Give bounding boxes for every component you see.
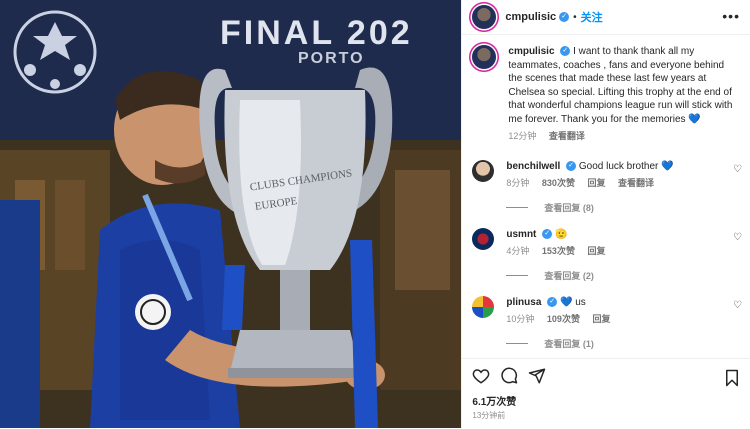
comment-icon[interactable]: [500, 367, 518, 385]
comment-time: 8分钟: [506, 177, 530, 188]
verified-badge-icon: ✓: [559, 12, 570, 22]
blue-heart-icon: 💙: [661, 160, 674, 172]
post-side-panel: cmpulisic ✓ • 关注 ••• cmpulisic ✓ I want …: [461, 0, 750, 428]
likes-count[interactable]: 6.1万次赞: [462, 385, 750, 408]
follow-button[interactable]: 关注: [581, 9, 603, 25]
caption-time: 12分钟: [508, 131, 537, 141]
separator-dot: •: [573, 11, 577, 23]
like-comment-heart-icon[interactable]: ♡: [733, 300, 742, 311]
view-replies-button[interactable]: 查看回复 (1): [462, 337, 750, 350]
verified-badge-icon: ✓: [542, 228, 553, 239]
comments-list[interactable]: cmpulisic ✓ I want to thank thank all my…: [462, 35, 750, 357]
comment-likes[interactable]: 830次赞: [542, 178, 575, 188]
comment-item: benchilwell ✓ Good luck brother 💙 8分钟 83…: [462, 159, 750, 190]
translate-link[interactable]: 查看翻译: [549, 131, 585, 141]
post-caption: cmpulisic ✓ I want to thank thank all my…: [462, 35, 750, 144]
avatar[interactable]: [472, 5, 497, 29]
avatar[interactable]: [472, 227, 495, 250]
photo-banner-text: FINAL 202: [220, 14, 413, 52]
comment-time: 10分钟: [506, 313, 535, 324]
header-username[interactable]: cmpulisic: [505, 11, 556, 23]
verified-badge-icon: ✓: [560, 46, 571, 57]
post-header: cmpulisic ✓ • 关注 •••: [462, 0, 750, 35]
verified-badge-icon: ✓: [547, 296, 558, 307]
comment-username[interactable]: usmnt: [506, 229, 536, 240]
like-comment-heart-icon[interactable]: ♡: [733, 164, 742, 175]
post-photo[interactable]: CLUBS CHAMPIONS EUROPE FINAL 202 PORTO: [0, 0, 462, 428]
share-icon[interactable]: [528, 367, 546, 385]
avatar[interactable]: [472, 159, 495, 182]
reply-button[interactable]: 回复: [592, 314, 610, 324]
blue-heart-icon: 💙: [688, 113, 701, 125]
caption-username[interactable]: cmpulisic: [508, 46, 554, 57]
comment-text: us: [575, 296, 586, 308]
comment-item: usmnt ✓ 🫡 4分钟 153次赞 回复 ♡: [462, 227, 750, 258]
blue-heart-icon: 💙: [559, 296, 573, 308]
verified-badge-icon: ✓: [566, 160, 577, 171]
avatar[interactable]: [472, 295, 495, 318]
bookmark-icon[interactable]: [724, 369, 740, 387]
photo-banner-subtext: PORTO: [298, 50, 365, 67]
view-replies-button[interactable]: 查看回复 (8): [462, 201, 750, 214]
comment-text: 🫡: [554, 228, 568, 240]
like-comment-heart-icon[interactable]: ♡: [733, 232, 742, 243]
comment-likes[interactable]: 153次赞: [542, 246, 575, 256]
instagram-post: CLUBS CHAMPIONS EUROPE FINAL 202 PORTO c…: [0, 0, 750, 428]
heart-icon[interactable]: [472, 367, 490, 385]
posted-time: 13分钟前: [472, 411, 506, 420]
more-icon[interactable]: •••: [722, 9, 740, 23]
reply-button[interactable]: 回复: [587, 246, 605, 256]
translate-link[interactable]: 查看翻译: [618, 178, 654, 188]
reply-button[interactable]: 回复: [587, 178, 605, 188]
photo-illustration: CLUBS CHAMPIONS EUROPE: [0, 0, 462, 428]
comment-likes[interactable]: 109次赞: [547, 314, 580, 324]
comment-text: Good luck brother: [578, 160, 659, 172]
avatar[interactable]: [472, 45, 497, 69]
view-replies-button[interactable]: 查看回复 (2): [462, 269, 750, 282]
comment-username[interactable]: plinusa: [506, 297, 541, 308]
post-actions: 6.1万次赞 13分钟前: [462, 358, 750, 429]
comment-item: plinusa ✓ 💙 us 10分钟 109次赞 回复 ♡: [462, 295, 750, 326]
comment-username[interactable]: benchilwell: [506, 161, 560, 172]
comment-time: 4分钟: [506, 245, 530, 256]
